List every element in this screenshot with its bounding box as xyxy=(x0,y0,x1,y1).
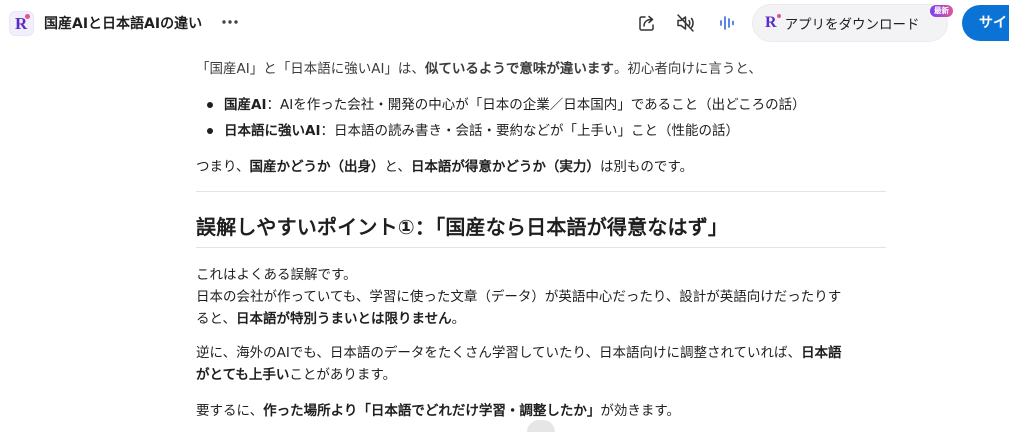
app-mini-logo-icon: R xyxy=(765,14,780,31)
summary-text: つまり、 xyxy=(196,159,250,175)
text-span: 要するに、 xyxy=(196,403,264,419)
bold-span: 日本語 xyxy=(801,345,842,361)
bullet-term: 日本語に強いAI xyxy=(224,123,321,139)
voice-wave-icon xyxy=(720,16,734,30)
list-item: 国産AI：AIを作った会社・開発の中心が「日本の企業／日本国内」であること（出ど… xyxy=(196,94,806,120)
voice-button[interactable] xyxy=(714,10,740,36)
intro-text-1: 「国産AI」と「日本語に強いAI」は、 xyxy=(196,61,425,77)
paragraph-line: ると、日本語が特別うまいとは限りません。 xyxy=(196,308,888,330)
new-badge: 最新 xyxy=(930,5,953,17)
paragraph-line: 日本の会社が作っていても、学習に使った文章（データ）が英語中心だったり、設計が英… xyxy=(196,289,842,305)
more-horizontal-icon xyxy=(222,20,238,24)
share-button[interactable] xyxy=(634,10,660,36)
text-span: 。 xyxy=(451,311,466,327)
heading-underline xyxy=(196,247,886,248)
bold-span: 日本語が特別うまいとは限りません xyxy=(235,311,452,327)
text-span: ると、 xyxy=(196,311,236,327)
summary-text: と、 xyxy=(384,159,411,175)
signin-button[interactable]: サイ xyxy=(962,5,1009,41)
top-bar: R 国産AIと日本語AIの違い R アプリをダウンロード 最新 サイ xyxy=(0,0,1009,46)
bullet-dot xyxy=(207,102,213,108)
text-span: ことがあります。 xyxy=(289,367,397,383)
intro-paragraph: 「国産AI」と「日本語に強いAI」は、似ているようで意味が違います。初心者向けに… xyxy=(196,58,762,80)
text-span: 逆に、海外のAIでも、日本語のデータをたくさん学習していたり、日本語向けに調整さ… xyxy=(196,345,802,361)
definition-list: 国産AI：AIを作った会社・開発の中心が「日本の企業／日本国内」であること（出ど… xyxy=(196,94,806,146)
bold-span: がとても上手い xyxy=(196,367,290,383)
divider xyxy=(196,191,886,192)
text-span: が効きます。 xyxy=(600,403,680,419)
bold-span: 作った場所より「日本語でどれだけ学習・調整したか」 xyxy=(263,403,601,419)
intro-bold: 似ているようで意味が違います xyxy=(424,61,614,77)
summary-bold: 国産かどうか（出身） xyxy=(249,159,385,175)
summary-bold: 日本語が得意かどうか（実力） xyxy=(410,159,600,175)
mute-button[interactable] xyxy=(673,10,699,36)
bullet-dot xyxy=(207,128,213,134)
speaker-muted-icon xyxy=(677,14,694,32)
paragraph-line: 逆に、海外のAIでも、日本語のデータをたくさん学習していたり、日本語向けに調整さ… xyxy=(196,342,888,364)
download-app-label: アプリをダウンロード xyxy=(784,17,920,33)
summary-text: は別ものです。 xyxy=(599,159,694,175)
paragraph-line: がとても上手いことがあります。 xyxy=(196,364,888,386)
counterexample-paragraph: 逆に、海外のAIでも、日本語のデータをたくさん学習していたり、日本語向けに調整さ… xyxy=(196,342,888,386)
intro-text-2: 。初心者向けに言うと、 xyxy=(613,61,762,77)
bullet-text: ：AIを作った会社・開発の中心が「日本の企業／日本国内」であること（出どころの話… xyxy=(266,97,806,113)
bullet-term: 国産AI xyxy=(224,97,267,113)
app-logo[interactable]: R xyxy=(9,11,34,36)
section-heading: 誤解しやすいポイント①：「国産なら日本語が得意なはず」 xyxy=(196,215,729,239)
download-app-button[interactable]: R アプリをダウンロード xyxy=(752,4,948,42)
logo-spark-icon xyxy=(25,14,30,19)
summary-paragraph: つまり、国産かどうか（出身）と、日本語が得意かどうか（実力）は別ものです。 xyxy=(196,156,693,178)
more-options-button[interactable] xyxy=(218,10,242,34)
chat-title[interactable]: 国産AIと日本語AIの違い xyxy=(44,13,202,33)
share-icon xyxy=(639,15,654,31)
bullet-text: ：日本語の読み書き・会話・要約などが「上手い」こと（性能の話） xyxy=(320,123,739,139)
paragraph-line: これはよくある誤解です。 xyxy=(196,267,357,283)
conclusion-paragraph: 要するに、作った場所より「日本語でどれだけ学習・調整したか」が効きます。 xyxy=(196,400,680,422)
misconception-paragraph: これはよくある誤解です。 日本の会社が作っていても、学習に使った文章（データ）が… xyxy=(196,264,888,330)
list-item: 日本語に強いAI：日本語の読み書き・会話・要約などが「上手い」こと（性能の話） xyxy=(196,120,806,146)
